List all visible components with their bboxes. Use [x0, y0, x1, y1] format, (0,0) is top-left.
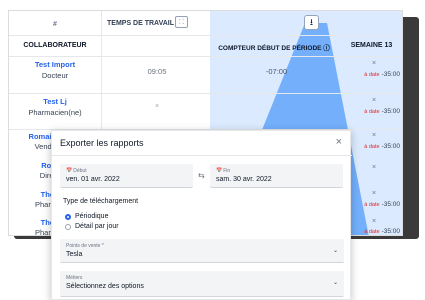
- end-date-value: sam. 30 avr. 2022: [216, 176, 272, 183]
- divider: [52, 155, 352, 156]
- start-date-label: 📅Début: [66, 168, 87, 174]
- swap-dates-icon[interactable]: ⇆: [198, 171, 205, 180]
- divider: [9, 35, 402, 36]
- points-de-vente-value: Tesla: [66, 251, 83, 258]
- expand-icon[interactable]: ⛶: [175, 16, 188, 28]
- clear-icon[interactable]: ×: [349, 164, 399, 171]
- semaine-amount: -35:00: [381, 201, 400, 208]
- clear-icon[interactable]: ×: [349, 190, 399, 197]
- chevron-down-icon: ⌄: [332, 280, 338, 286]
- a-date-label: à date: [364, 72, 380, 78]
- metiers-select[interactable]: Métiers Sélectionnez des options ⌄: [60, 271, 344, 297]
- header-compteur: COMPTEUR DÉBUT DE PÉRIODE ⓘ: [218, 45, 330, 52]
- a-date-label: à date: [364, 202, 380, 208]
- header-index: #: [53, 21, 57, 28]
- employee-role: Pharmacien(ne): [28, 108, 82, 117]
- semaine-amount: -35:00: [381, 228, 400, 235]
- a-date-label: à date: [364, 109, 380, 115]
- radio-periodique[interactable]: [65, 214, 71, 220]
- semaine-amount: -35:00: [381, 71, 400, 78]
- semaine-amount: -35:00: [381, 143, 400, 150]
- chevron-down-icon: ⌄: [332, 248, 338, 254]
- metiers-placeholder: Sélectionnez des options: [66, 283, 144, 290]
- header-semaine: SEMAINE 13: [350, 42, 393, 49]
- clear-icon[interactable]: ×: [349, 97, 399, 104]
- a-date-label: à date: [364, 144, 380, 150]
- empty-cell-marker: ×: [154, 103, 160, 110]
- points-de-vente-label: Points de vente *: [66, 243, 104, 249]
- header-temps-travail: TEMPS DE TRAVAIL: [107, 20, 175, 27]
- close-icon[interactable]: ×: [336, 136, 342, 148]
- employee-role: Docteur: [41, 71, 69, 80]
- a-date-label: à date: [364, 229, 380, 235]
- semaine-value: à date -35:00: [339, 71, 402, 78]
- header-collaborateur: COLLABORATEUR: [23, 42, 87, 49]
- empty-cell-marker: ×: [274, 103, 279, 110]
- employee-name-link[interactable]: Test Lj: [9, 97, 101, 106]
- calendar-icon: 📅: [66, 168, 73, 174]
- download-icon[interactable]: ⭳: [304, 15, 319, 30]
- compteur-value: -07:00: [265, 67, 288, 76]
- clear-icon[interactable]: ×: [349, 60, 399, 67]
- divider: [9, 93, 402, 94]
- dialog-title: Exporter les rapports: [60, 138, 144, 148]
- end-date-label: 📅Fin: [216, 168, 231, 174]
- end-date-field[interactable]: 📅Fin sam. 30 avr. 2022: [210, 164, 343, 188]
- calendar-icon: 📅: [216, 168, 223, 174]
- clear-icon[interactable]: ×: [349, 132, 399, 139]
- temps-travail-value: 09:05: [147, 67, 167, 76]
- radio-detail-par-jour[interactable]: [65, 224, 71, 230]
- employee-name-link[interactable]: Test Import: [9, 60, 101, 69]
- semaine-amount: -35:00: [381, 108, 400, 115]
- metiers-label: Métiers: [66, 275, 83, 281]
- radio-periodique-label[interactable]: Périodique: [75, 213, 108, 220]
- start-date-value: ven. 01 avr. 2022: [66, 176, 120, 183]
- semaine-value: à date -35:00: [339, 108, 402, 115]
- start-date-field[interactable]: 📅Début ven. 01 avr. 2022: [60, 164, 193, 188]
- divider: [9, 56, 402, 57]
- points-de-vente-select[interactable]: Points de vente * Tesla ⌄: [60, 239, 344, 263]
- radio-detail-par-jour-label[interactable]: Détail par jour: [75, 223, 119, 230]
- clear-icon[interactable]: ×: [349, 218, 399, 225]
- export-reports-dialog: Exporter les rapports × 📅Début ven. 01 a…: [51, 130, 352, 300]
- download-type-heading: Type de téléchargement: [63, 198, 139, 205]
